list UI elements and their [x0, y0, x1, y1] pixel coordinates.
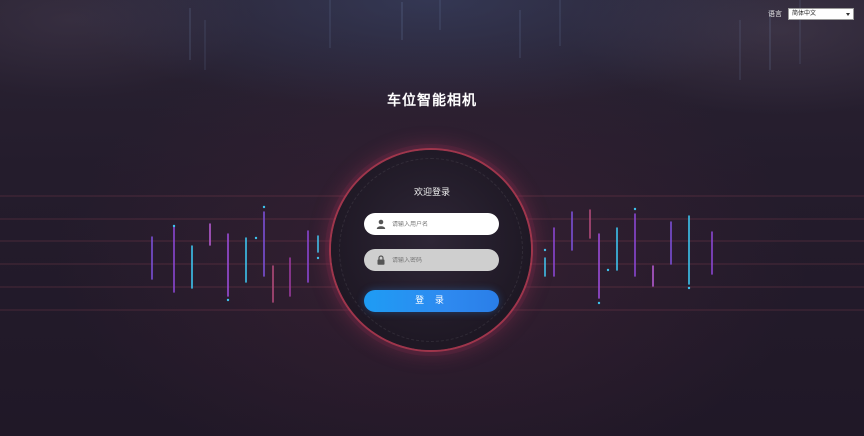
chevron-down-icon — [846, 13, 850, 16]
language-label: 语言 — [768, 10, 782, 18]
login-page: 语言 简体中文 车位智能相机 欢迎登录 登 录 — [0, 0, 864, 436]
password-field[interactable] — [364, 249, 499, 271]
language-bar: 语言 简体中文 — [768, 8, 854, 20]
page-title: 车位智能相机 — [387, 93, 477, 109]
left-bars — [151, 211, 319, 303]
user-icon — [376, 219, 386, 229]
login-button[interactable]: 登 录 — [364, 290, 499, 312]
welcome-heading: 欢迎登录 — [413, 188, 450, 198]
password-input[interactable] — [392, 256, 492, 264]
username-field[interactable] — [364, 213, 499, 235]
language-select[interactable]: 简体中文 — [788, 8, 854, 20]
language-select-value: 简体中文 — [792, 10, 817, 17]
right-bars — [544, 209, 713, 299]
lock-icon — [376, 255, 386, 265]
top-streaks — [189, 0, 801, 80]
username-input[interactable] — [392, 220, 492, 228]
